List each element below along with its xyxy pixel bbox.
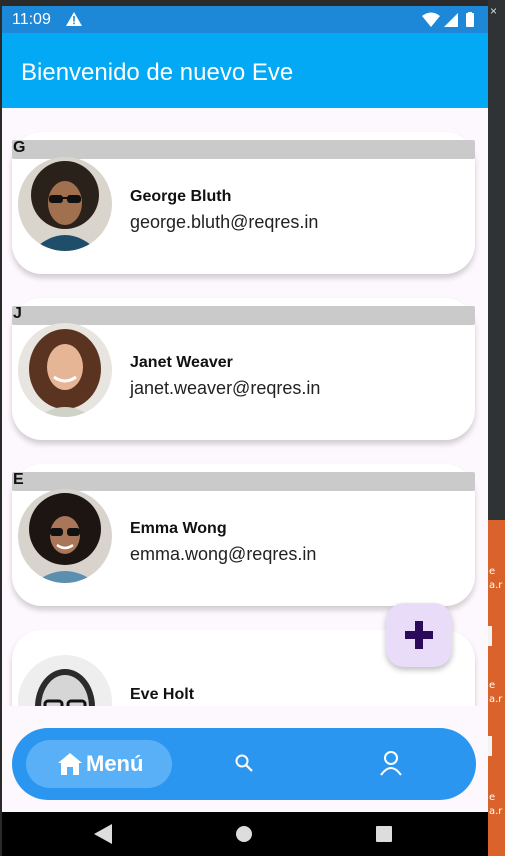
user-name: Eve Holt (130, 686, 195, 703)
plus-icon (405, 621, 433, 649)
section-header: J (12, 305, 475, 325)
status-bar: 11:09 (2, 6, 488, 33)
section-letter: E (13, 471, 24, 488)
wifi-icon (422, 12, 440, 27)
user-card[interactable]: G George Bluth george.bluth@reqres.in (12, 132, 475, 274)
section-letter: G (13, 139, 26, 156)
nav-item-menu[interactable]: Menú (26, 740, 172, 788)
section-header: G (12, 139, 475, 159)
avatar (18, 489, 112, 583)
phone-screen: 11:09 Bienvenido de nuevo Eve G George B… (2, 6, 488, 856)
user-email: janet.weaver@reqres.in (130, 378, 321, 398)
user-email: emma.wong@reqres.in (130, 544, 317, 564)
status-icons (422, 12, 474, 27)
side-text: a.r (489, 694, 503, 705)
user-card[interactable]: J Janet Weaver janet.weaver@reqres.in (12, 298, 475, 440)
system-navigation-bar (2, 812, 488, 856)
home-button-icon[interactable] (236, 826, 252, 842)
add-user-button[interactable] (386, 603, 452, 667)
side-text: a.r (489, 580, 503, 591)
side-text: e (489, 792, 496, 803)
battery-icon (466, 13, 474, 27)
avatar (18, 323, 112, 417)
section-letter: J (13, 305, 22, 322)
home-icon (58, 753, 82, 775)
side-text: e (489, 566, 496, 577)
warning-icon (66, 12, 82, 26)
side-text: a.r (489, 806, 503, 817)
avatar (18, 655, 112, 706)
user-email: george.bluth@reqres.in (130, 212, 319, 232)
back-icon[interactable] (94, 824, 112, 844)
search-icon[interactable] (234, 753, 254, 773)
user-name: Janet Weaver (130, 354, 233, 371)
profile-icon[interactable] (379, 750, 403, 776)
section-header: E (12, 471, 475, 491)
nav-item-label: Menú (86, 751, 144, 776)
app-bar: Bienvenido de nuevo Eve (2, 33, 488, 108)
user-name: Emma Wong (130, 520, 227, 537)
avatar (18, 157, 112, 251)
signal-icon (444, 13, 458, 27)
user-name: George Bluth (130, 188, 232, 205)
recent-apps-icon[interactable] (376, 826, 392, 842)
background-window-edge: × e a.r e a.r e a.r (488, 0, 505, 856)
status-time: 11:09 (12, 11, 51, 28)
side-text: e (489, 680, 496, 691)
page-title: Bienvenido de nuevo Eve (21, 59, 294, 86)
bottom-navigation: Menú (12, 728, 476, 800)
close-icon: × (490, 4, 498, 18)
user-card[interactable]: E Emma Wong emma.wong@reqres.in (12, 464, 475, 606)
